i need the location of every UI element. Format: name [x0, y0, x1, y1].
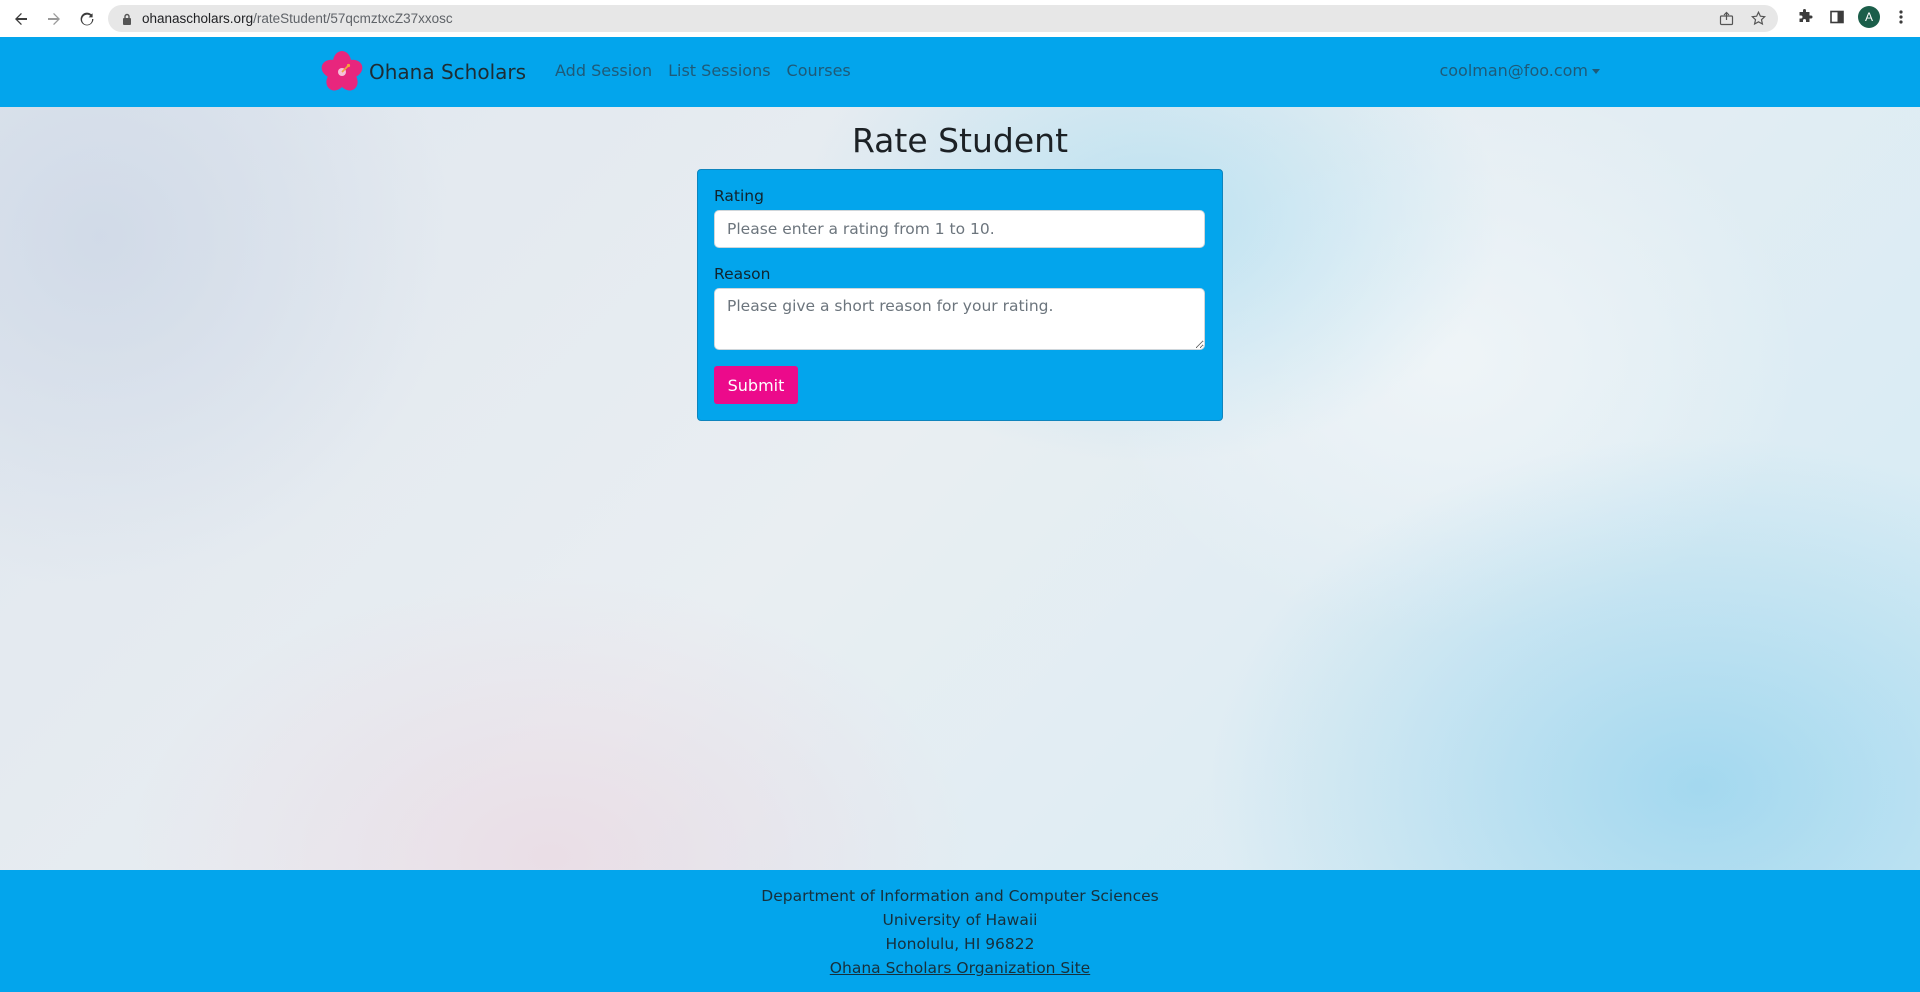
nav-courses[interactable]: Courses [787, 61, 851, 80]
address-bar[interactable]: ohanascholars.org/rateStudent/57qcmztxcZ… [108, 5, 1778, 32]
forward-arrow-icon[interactable] [42, 7, 66, 31]
extensions-icon[interactable] [1794, 6, 1816, 28]
app-navbar: Ohana Scholars Add Session List Sessions… [0, 37, 1920, 107]
page-footer: Department of Information and Computer S… [0, 870, 1920, 992]
submit-button[interactable]: Submit [714, 366, 798, 404]
side-panel-icon[interactable] [1826, 6, 1848, 28]
url-text[interactable]: ohanascholars.org/rateStudent/57qcmztxcZ… [142, 11, 453, 26]
lock-icon[interactable] [121, 12, 133, 26]
page-title: Rate Student [851, 121, 1069, 160]
user-dropdown[interactable]: coolman@foo.com [1439, 61, 1600, 80]
brand-name: Ohana Scholars [369, 60, 527, 84]
url-path: /rateStudent/57qcmztxcZ37xxosc [253, 11, 453, 26]
hibiscus-logo-icon [321, 51, 363, 91]
footer-org-site-link[interactable]: Ohana Scholars Organization Site [830, 959, 1090, 977]
footer-address: Honolulu, HI 96822 [885, 935, 1035, 953]
profile-avatar[interactable]: A [1858, 6, 1880, 28]
user-email: coolman@foo.com [1439, 61, 1588, 80]
footer-department: Department of Information and Computer S… [761, 887, 1159, 905]
url-host: ohanascholars.org [142, 11, 254, 26]
reload-icon[interactable] [75, 7, 99, 31]
browser-toolbar: ohanascholars.org/rateStudent/57qcmztxcZ… [0, 0, 1920, 37]
rating-label: Rating [714, 187, 764, 205]
rating-input[interactable] [714, 210, 1205, 248]
footer-university: University of Hawaii [882, 911, 1038, 929]
reason-textarea[interactable] [714, 288, 1205, 350]
back-arrow-icon[interactable] [9, 7, 33, 31]
brand-home-link[interactable]: Ohana Scholars [321, 51, 526, 93]
share-icon[interactable] [1716, 8, 1736, 28]
rate-student-form: Rating Reason Submit [697, 169, 1223, 421]
star-icon[interactable] [1748, 8, 1768, 28]
nav-add-session[interactable]: Add Session [555, 61, 652, 80]
reason-label: Reason [714, 265, 771, 283]
menu-dots-icon[interactable] [1890, 6, 1912, 28]
nav-list-sessions[interactable]: List Sessions [668, 61, 770, 80]
caret-down-icon [1592, 69, 1600, 74]
